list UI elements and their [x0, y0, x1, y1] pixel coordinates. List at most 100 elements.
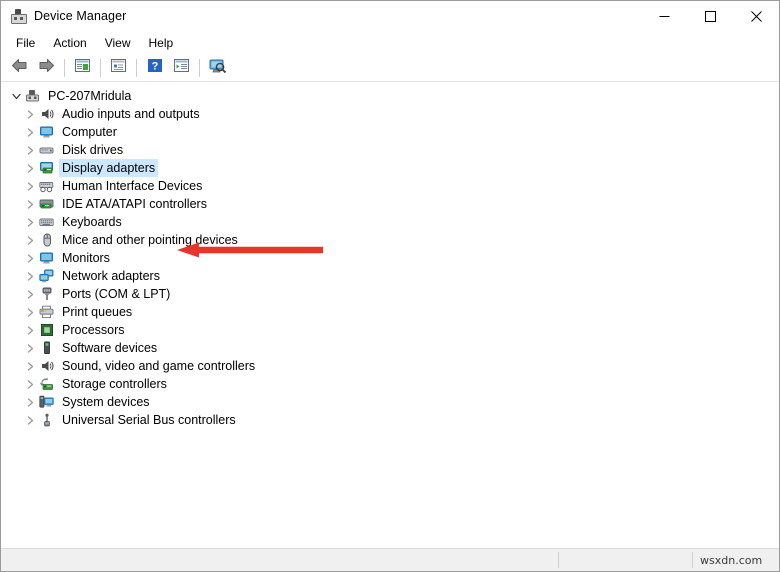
chevron-down-icon[interactable] [9, 87, 24, 105]
minimize-button[interactable] [641, 1, 687, 31]
chevron-right-icon[interactable] [23, 267, 38, 285]
toolbar-separator-3 [136, 59, 137, 77]
chevron-right-icon[interactable] [23, 141, 38, 159]
status-message [1, 549, 558, 571]
properties-button[interactable] [106, 56, 131, 80]
printer-icon [38, 303, 55, 321]
tree-root-node[interactable]: PC-207Mridula [1, 87, 779, 105]
chevron-right-icon[interactable] [23, 159, 38, 177]
chevron-right-icon[interactable] [23, 393, 38, 411]
display-adapter-icon [38, 159, 55, 177]
scan-hardware-changes-button[interactable] [205, 56, 230, 80]
computer-tower-icon [24, 87, 41, 105]
tree-item-label: Disk drives [62, 143, 124, 157]
network-adapter-icon [38, 267, 55, 285]
tree-item-display-adapters[interactable]: Display adapters [1, 159, 779, 177]
tree-item-label: Mice and other pointing devices [62, 233, 238, 247]
menu-view[interactable]: View [96, 33, 140, 53]
storage-controller-icon [38, 375, 55, 393]
forward-arrow-icon [38, 58, 55, 78]
chevron-right-icon[interactable] [23, 321, 38, 339]
device-tree-pane[interactable]: PC-207Mridula Audio inputs and outputs C… [1, 82, 779, 548]
tree-item-storage-controllers[interactable]: Storage controllers [1, 375, 779, 393]
chevron-right-icon[interactable] [23, 339, 38, 357]
tree-item-label: Human Interface Devices [62, 179, 203, 193]
tree-item-system-devices[interactable]: System devices [1, 393, 779, 411]
tree-item-audio-inputs-and-outputs[interactable]: Audio inputs and outputs [1, 105, 779, 123]
monitor-icon [38, 249, 55, 267]
menu-file[interactable]: File [7, 33, 44, 53]
tree-item-mice-and-other-pointing-devices[interactable]: Mice and other pointing devices [1, 231, 779, 249]
tree-item-label: Ports (COM & LPT) [62, 287, 171, 301]
status-bar: wsxdn.com [1, 548, 779, 571]
tree-item-monitors[interactable]: Monitors [1, 249, 779, 267]
menu-bar: File Action View Help [1, 31, 779, 55]
chevron-right-icon[interactable] [23, 105, 38, 123]
ide-controller-icon [38, 195, 55, 213]
close-button[interactable] [733, 1, 779, 31]
chevron-right-icon[interactable] [23, 357, 38, 375]
tree-item-disk-drives[interactable]: Disk drives [1, 141, 779, 159]
chevron-right-icon[interactable] [23, 231, 38, 249]
back-arrow-icon [11, 58, 28, 78]
disk-drive-icon [38, 141, 55, 159]
scan-monitor-icon [208, 58, 227, 79]
tree-item-label: Computer [62, 125, 117, 139]
tree-item-label: Audio inputs and outputs [62, 107, 200, 121]
software-device-icon [38, 339, 55, 357]
chevron-right-icon[interactable] [23, 375, 38, 393]
tree-item-universal-serial-bus-controllers[interactable]: Universal Serial Bus controllers [1, 411, 779, 429]
chevron-right-icon[interactable] [23, 123, 38, 141]
tree-item-label: Sound, video and game controllers [62, 359, 256, 373]
help-button[interactable]: ? [142, 56, 167, 80]
window-controls [641, 1, 779, 31]
speaker-icon [38, 105, 55, 123]
tree-item-print-queues[interactable]: Print queues [1, 303, 779, 321]
forward-button[interactable] [34, 56, 59, 80]
chevron-right-icon[interactable] [23, 195, 38, 213]
device-manager-window: Device Manager File Action View Help ? P… [0, 0, 780, 572]
back-button[interactable] [7, 56, 32, 80]
port-icon [38, 285, 55, 303]
update-driver-button[interactable] [169, 56, 194, 80]
tree-item-label: Keyboards [62, 215, 122, 229]
tree-item-label: Print queues [62, 305, 133, 319]
tree-item-label: IDE ATA/ATAPI controllers [62, 197, 207, 211]
toolbar-separator-2 [100, 59, 101, 77]
tree-item-software-devices[interactable]: Software devices [1, 339, 779, 357]
toolbar: ? [1, 55, 779, 82]
status-panel-2 [559, 549, 692, 571]
tree-item-label: Universal Serial Bus controllers [62, 413, 236, 427]
chevron-right-icon[interactable] [23, 303, 38, 321]
update-driver-icon [173, 58, 190, 78]
keyboard-icon [38, 213, 55, 231]
tree-item-ports-com-and-lpt[interactable]: Ports (COM & LPT) [1, 285, 779, 303]
tree-root-label: PC-207Mridula [48, 89, 132, 103]
watermark: wsxdn.com [700, 553, 763, 567]
tree-item-sound-video-and-game-controllers[interactable]: Sound, video and game controllers [1, 357, 779, 375]
tree-item-keyboards[interactable]: Keyboards [1, 213, 779, 231]
menu-action[interactable]: Action [44, 33, 95, 53]
chevron-right-icon[interactable] [23, 177, 38, 195]
chevron-right-icon[interactable] [23, 411, 38, 429]
maximize-button[interactable] [687, 1, 733, 31]
chevron-right-icon[interactable] [23, 213, 38, 231]
toolbar-separator-4 [199, 59, 200, 77]
tree-item-label: Processors [62, 323, 125, 337]
menu-help[interactable]: Help [140, 33, 183, 53]
tree-item-processors[interactable]: Processors [1, 321, 779, 339]
toolbar-separator-1 [64, 59, 65, 77]
tree-item-label: Monitors [62, 251, 110, 265]
tree-item-network-adapters[interactable]: Network adapters [1, 267, 779, 285]
mouse-icon [38, 231, 55, 249]
show-hide-console-tree-button[interactable] [70, 56, 95, 80]
device-tree: PC-207Mridula Audio inputs and outputs C… [1, 83, 779, 429]
tree-item-computer[interactable]: Computer [1, 123, 779, 141]
tree-item-human-interface-devices[interactable]: Human Interface Devices [1, 177, 779, 195]
processor-icon [38, 321, 55, 339]
tree-item-ide-ata-atapi-controllers[interactable]: IDE ATA/ATAPI controllers [1, 195, 779, 213]
window-title: Device Manager [34, 9, 127, 23]
chevron-right-icon[interactable] [23, 249, 38, 267]
chevron-right-icon[interactable] [23, 285, 38, 303]
system-device-icon [38, 393, 55, 411]
